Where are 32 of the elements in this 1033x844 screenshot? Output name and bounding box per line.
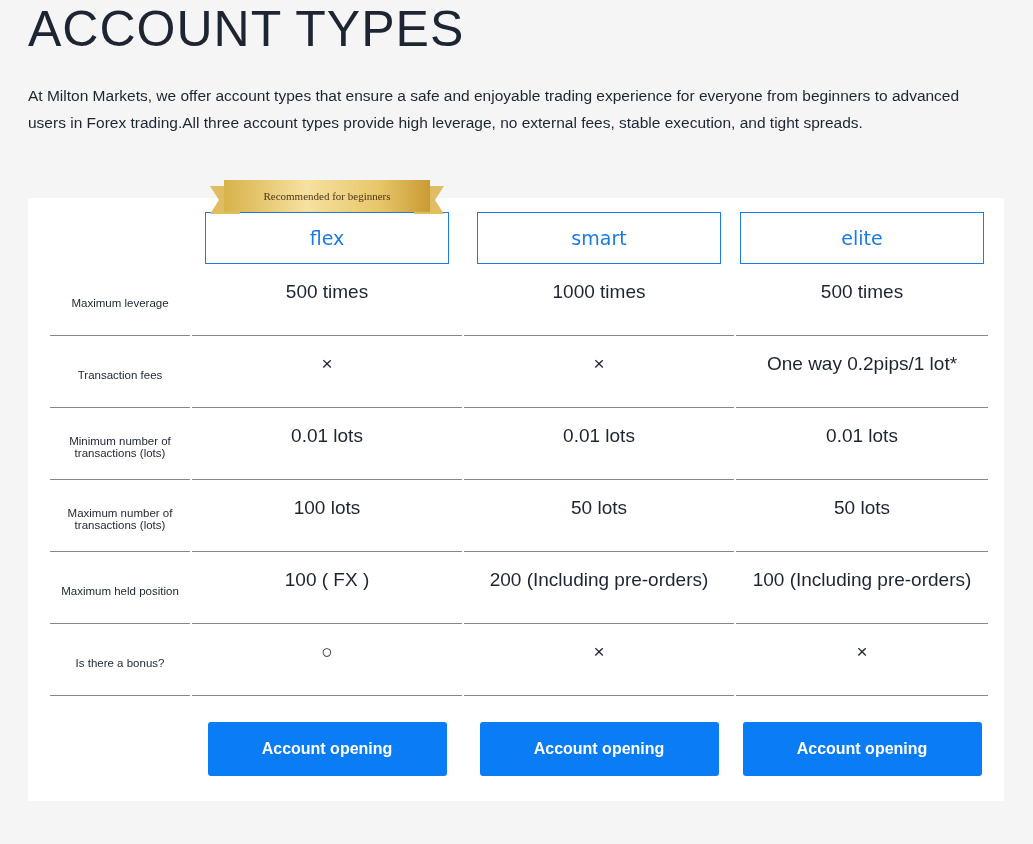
row-label: Maximum leverage: [71, 296, 169, 309]
account-opening-button[interactable]: Account opening: [207, 722, 447, 776]
table-cell: ×: [856, 642, 868, 662]
table-cell: 100 ( FX ): [284, 570, 370, 590]
row-label: Maximum held position: [61, 584, 179, 597]
page-title: ACCOUNT TYPES: [28, 0, 466, 58]
row-label: Minimum number of transactions (lots): [68, 434, 172, 459]
row-label: Is there a bonus?: [75, 656, 165, 669]
table-cell: 0.01 lots: [291, 426, 363, 446]
table-cell: 50 lots: [571, 498, 627, 518]
table-cell: 500 times: [820, 282, 904, 302]
plan-header: elite: [740, 212, 984, 264]
intro-paragraph: At Milton Markets, we offer account types that ensure a safe and enjoyable trading experience for everyone from beginners to advanced users in Forex trading.All three account types provide high leverage, no external fees, stable execution, and tight spreads.: [28, 86, 961, 133]
table-cell: 50 lots: [834, 498, 890, 518]
table-cell: 500 times: [285, 282, 369, 302]
table-cell: ×: [593, 354, 605, 374]
plan-header: smart: [477, 212, 721, 264]
row-label: Transaction fees: [77, 368, 163, 381]
table-cell: 100 lots: [293, 498, 361, 518]
table-cell: 0.01 lots: [826, 426, 898, 446]
table-cell: ×: [321, 354, 333, 374]
recommended-ribbon: Recommended for beginners: [210, 180, 444, 214]
account-opening-button[interactable]: Account opening: [479, 722, 719, 776]
table-cell: 1000 times: [552, 282, 646, 302]
row-label: Maximum number of transactions (lots): [66, 506, 174, 531]
table-cell: ○: [321, 642, 333, 662]
table-cell: 200 (Including pre-orders): [489, 570, 709, 590]
table-cell: 100 (Including pre-orders): [752, 570, 972, 590]
account-opening-button[interactable]: Account opening: [742, 722, 982, 776]
table-cell: 0.01 lots: [563, 426, 635, 446]
table-cell: ×: [593, 642, 605, 662]
table-cell: One way 0.2pips/1 lot*: [766, 354, 958, 374]
